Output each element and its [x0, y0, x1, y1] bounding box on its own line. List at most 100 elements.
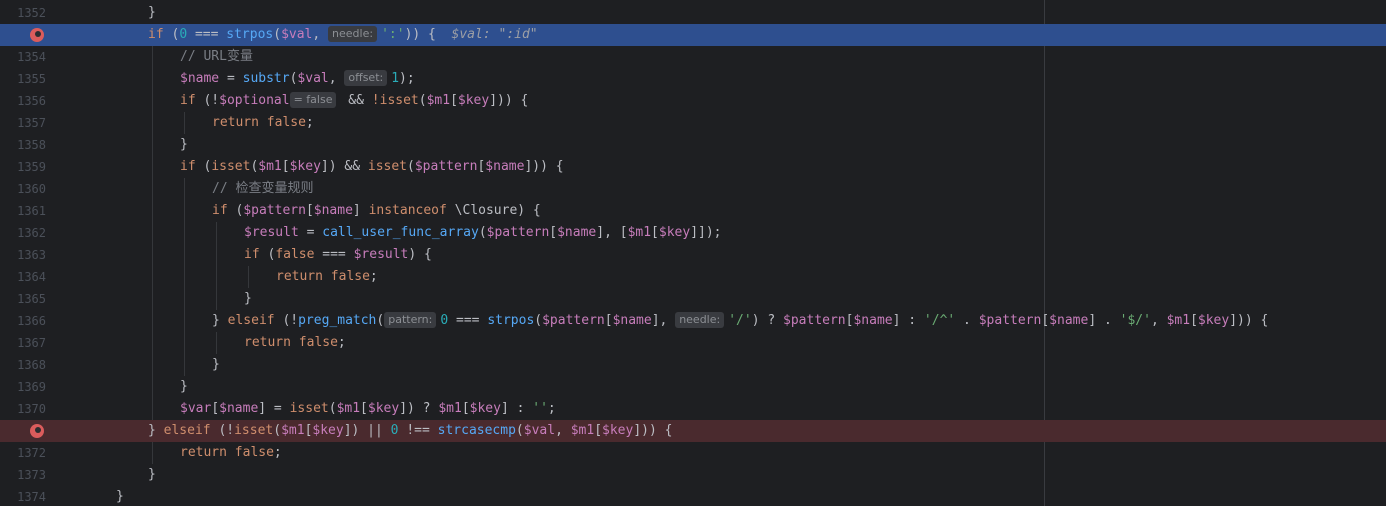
code-token: \Closure) {: [446, 203, 541, 218]
code-token: $key: [602, 423, 634, 438]
line-number[interactable]: 1360: [0, 178, 46, 200]
code-line[interactable]: 1357 return false;: [0, 112, 1386, 134]
code-text: // 检查变量规则: [212, 178, 313, 200]
line-number[interactable]: 1372: [0, 442, 46, 464]
code-text: return false;: [276, 266, 378, 288]
line-number[interactable]: 1367: [0, 332, 46, 354]
line-number[interactable]: 1364: [0, 266, 46, 288]
code-line[interactable]: 1356 if (!$optional = false && !isset($m1[…: [0, 90, 1386, 112]
code-line[interactable]: 1360 // 检查变量规则: [0, 178, 1386, 200]
code-line[interactable]: 1361 if ($pattern[$name] instanceof \Clos…: [0, 200, 1386, 222]
code-editor[interactable]: 1352} if (0 === strpos($val, needle: ':'))…: [0, 0, 1386, 506]
code-token: return false: [180, 445, 274, 460]
code-token: $name: [612, 313, 652, 328]
code-token: !isset: [371, 93, 419, 108]
code-token: $name: [219, 401, 259, 416]
code-line[interactable]: 1363 if (false === $result) {: [0, 244, 1386, 266]
code-token: [: [604, 313, 613, 328]
breakpoint-line[interactable]: } elseif (!isset($m1[$key]) || 0 !== str…: [0, 420, 1386, 442]
code-token: isset: [211, 159, 251, 174]
code-token: ]) &&: [320, 159, 368, 174]
code-token: (!: [210, 423, 235, 438]
breakpoint-icon[interactable]: [30, 28, 44, 42]
code-line[interactable]: 1369}: [0, 376, 1386, 398]
code-token: ) ?: [751, 313, 784, 328]
code-token: }: [180, 379, 188, 394]
code-token: instanceof: [368, 203, 447, 218]
line-number[interactable]: 1363: [0, 244, 46, 266]
line-number[interactable]: 1365: [0, 288, 46, 310]
code-token: $pattern: [783, 313, 846, 328]
code-token: [: [1190, 313, 1198, 328]
line-number[interactable]: 1368: [0, 354, 46, 376]
code-text: if (!$optional = false && !isset($m1[$key…: [180, 90, 528, 112]
code-token: )) {: [404, 27, 452, 42]
line-number[interactable]: 1361: [0, 200, 46, 222]
code-line[interactable]: 1354 // URL变量: [0, 46, 1386, 68]
line-number[interactable]: 1359: [0, 156, 46, 178]
code-line[interactable]: 1355 $name = substr($val, offset: 1);: [0, 68, 1386, 90]
code-line[interactable]: 1358}: [0, 134, 1386, 156]
code-line[interactable]: 1362 $result = call_user_func_array($patt…: [0, 222, 1386, 244]
code-token: if: [244, 247, 260, 262]
code-token: $result: [353, 247, 409, 262]
code-token: $name: [313, 203, 353, 218]
code-text: $var[$name] = isset($m1[$key]) ? $m1[$ke…: [180, 398, 556, 420]
code-token: [: [1041, 313, 1050, 328]
code-line[interactable]: 1365}: [0, 288, 1386, 310]
code-line[interactable]: 1364 return false;: [0, 266, 1386, 288]
code-token: }: [212, 357, 220, 372]
line-number[interactable]: 1366: [0, 310, 46, 332]
line-number[interactable]: 1362: [0, 222, 46, 244]
code-token: if: [180, 93, 196, 108]
code-text: if ($pattern[$name] instanceof \Closure)…: [212, 200, 541, 222]
code-text: $result = call_user_func_array($pattern[…: [244, 222, 722, 244]
code-token: (: [328, 401, 337, 416]
line-number[interactable]: 1354: [0, 46, 46, 68]
code-line[interactable]: 1359 if (isset($m1[$key]) && isset($patte…: [0, 156, 1386, 178]
line-number[interactable]: 1373: [0, 464, 46, 486]
code-line[interactable]: 1368}: [0, 354, 1386, 376]
code-token: $val: [297, 71, 329, 86]
code-line[interactable]: 1373}: [0, 464, 1386, 486]
code-line[interactable]: 1372 return false;: [0, 442, 1386, 464]
code-line[interactable]: 1367 return false;: [0, 332, 1386, 354]
code-token: $m1: [426, 93, 451, 108]
code-token: ':': [381, 27, 405, 42]
code-line[interactable]: 1374}: [0, 486, 1386, 506]
code-token: preg_match: [298, 313, 377, 328]
line-number[interactable]: 1352: [0, 2, 46, 24]
code-token: (: [273, 423, 282, 438]
code-token: $optional: [219, 93, 290, 108]
parameter-hint: needle:: [675, 312, 725, 328]
code-token: .: [955, 313, 979, 328]
current-execution-line[interactable]: if (0 === strpos($val, needle: ':')) { $v…: [0, 24, 1386, 46]
line-number[interactable]: 1356: [0, 90, 46, 112]
line-number[interactable]: 1374: [0, 486, 46, 506]
code-token: );: [399, 71, 415, 86]
code-token: 0: [440, 313, 449, 328]
line-number[interactable]: 1369: [0, 376, 46, 398]
code-text: return false;: [244, 332, 346, 354]
line-number[interactable]: 1355: [0, 68, 46, 90]
code-token: (: [478, 225, 487, 240]
code-line[interactable]: 1366 } elseif (!preg_match(pattern: 0 === …: [0, 310, 1386, 332]
code-token: =: [298, 225, 323, 240]
code-token: $val: [281, 27, 313, 42]
line-number[interactable]: 1370: [0, 398, 46, 420]
line-number[interactable]: 1357: [0, 112, 46, 134]
code-text: }: [180, 376, 188, 398]
code-line[interactable]: 1370 $var[$name] = isset($m1[$key]) ? $m1…: [0, 398, 1386, 420]
line-number[interactable]: 1358: [0, 134, 46, 156]
code-token: ,: [1150, 313, 1167, 328]
code-token: ,: [312, 27, 329, 42]
code-line[interactable]: 1352}: [0, 2, 1386, 24]
breakpoint-icon[interactable]: [30, 424, 44, 438]
code-token: isset: [234, 423, 274, 438]
code-token: ===: [187, 27, 227, 42]
code-token: ]) ||: [343, 423, 391, 438]
code-token: ])) {: [1229, 313, 1269, 328]
code-token: (!: [274, 313, 299, 328]
code-text: } elseif (!preg_match(pattern: 0 === strp…: [212, 310, 1268, 332]
code-text: } elseif (!isset($m1[$key]) || 0 !== str…: [148, 420, 672, 442]
